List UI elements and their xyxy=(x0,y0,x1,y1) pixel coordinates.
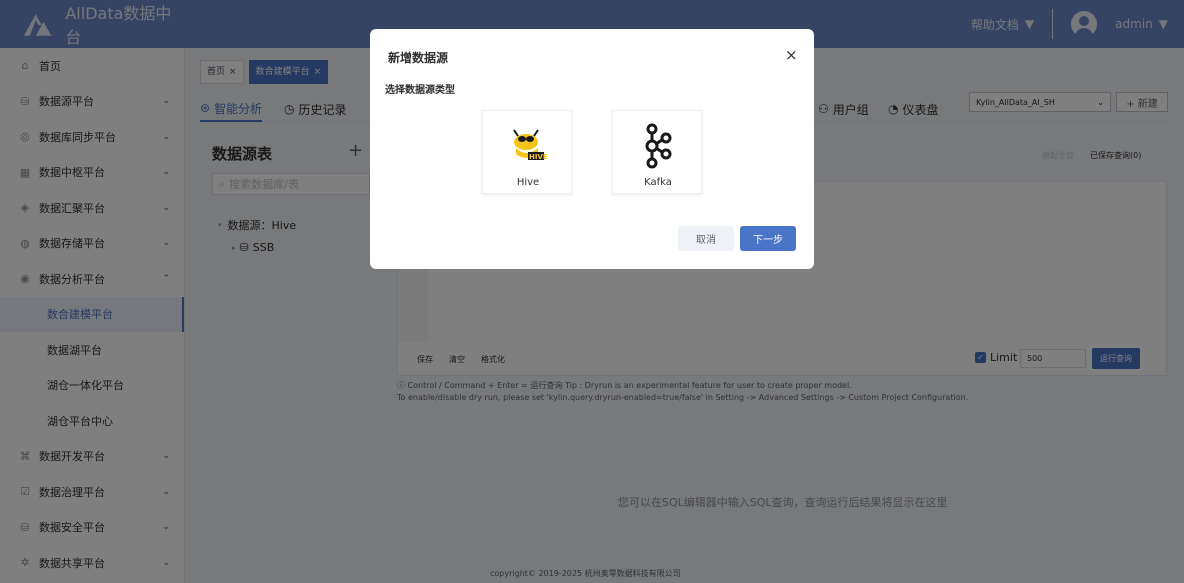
dialog-subtitle: 选择数据源类型 xyxy=(385,85,455,96)
kafka-icon xyxy=(613,123,703,169)
cancel-button[interactable]: 取消 xyxy=(678,226,734,251)
add-datasource-dialog: 新增数据源 × 选择数据源类型 HIVE Hive Kafka 取消 下一步 xyxy=(370,29,814,269)
datasource-option-kafka[interactable]: Kafka xyxy=(612,110,702,194)
hive-icon: HIVE xyxy=(483,123,573,169)
next-step-button[interactable]: 下一步 xyxy=(740,226,796,251)
dialog-title: 新增数据源 xyxy=(388,51,449,65)
svg-text:HIVE: HIVE xyxy=(529,153,548,161)
close-icon[interactable]: × xyxy=(785,46,798,64)
option-label: Kafka xyxy=(644,177,672,188)
option-label: Hive xyxy=(516,177,540,188)
datasource-option-hive[interactable]: HIVE Hive xyxy=(482,110,572,194)
